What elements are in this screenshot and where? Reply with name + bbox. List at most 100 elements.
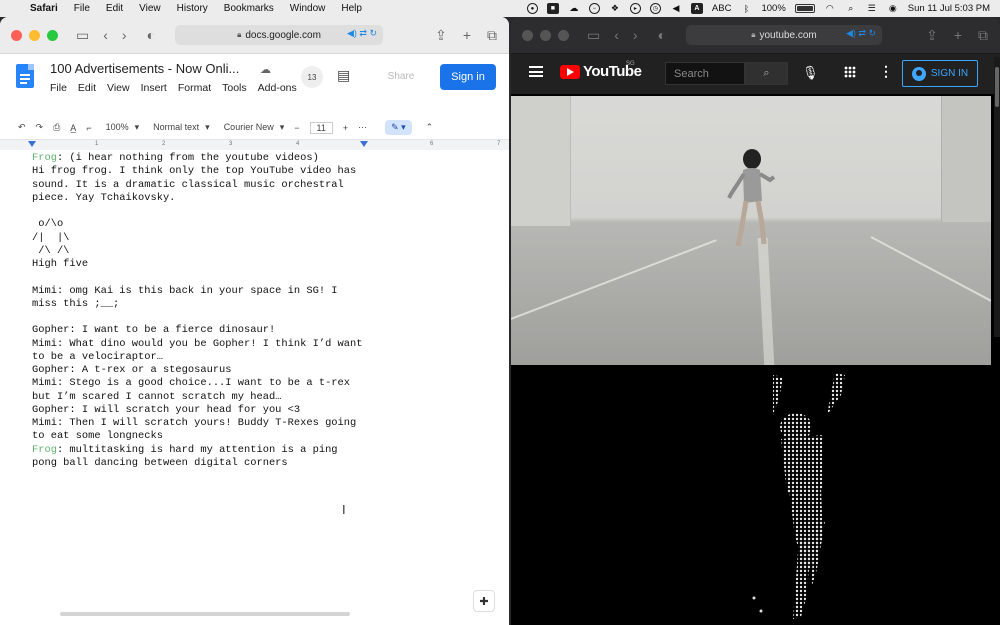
spellcheck-icon[interactable]: A̲ [70,123,76,133]
control-center-icon[interactable]: ☰ [866,3,878,14]
youtube-signin-button[interactable]: SIGN IN [902,60,978,87]
spotlight-icon[interactable]: ⌕ [845,3,857,14]
document-line[interactable]: Gopher: I want to be a fierce dinosaur! [32,324,362,337]
youtube-logo-icon[interactable] [560,65,580,79]
back-icon[interactable]: ‹ [103,27,108,43]
docs-menu-edit[interactable]: Edit [78,82,96,94]
no-entry-icon[interactable]: − [588,3,600,14]
style-select[interactable]: Normal text ▾ [153,122,210,133]
undo-icon[interactable]: ↶ [18,122,26,133]
menu-file[interactable]: File [74,3,90,14]
left-indent-marker[interactable] [28,141,36,147]
new-tab-icon[interactable]: + [463,27,471,44]
editing-mode-pencil-icon[interactable]: ✎ ▾ [385,120,412,135]
history-icon[interactable]: ◷ [649,3,661,14]
document-line[interactable]: pong ball dancing between digital corner… [32,457,362,470]
docs-menu-view[interactable]: View [107,82,130,94]
minimize-button[interactable] [29,29,40,41]
battery-icon[interactable] [794,4,815,13]
docs-menu-addons[interactable]: Add-ons [258,82,297,94]
document-line[interactable]: Mimi: omg Kai is this back in your space… [32,285,362,298]
audio-translate-reload-icons[interactable]: ◀) ⇄ ↻ [347,28,377,39]
ruler[interactable]: 1 2 3 4 6 7 [0,140,509,150]
collaborators-avatar[interactable]: 13 [301,66,323,88]
document-line[interactable]: piece. Yay Tchaikovsky. [32,192,362,205]
microphone-icon[interactable]: 🎙︎ [802,65,819,81]
more-options-icon[interactable]: ⋯ [358,122,367,133]
zoom-button[interactable] [47,29,58,41]
document-line[interactable]: to be a velociraptor… [32,351,362,364]
privacy-shield-icon[interactable]: ◐ [147,27,155,43]
close-button[interactable] [11,29,22,41]
sidebar-icon[interactable]: ▭ [76,27,89,44]
document-line[interactable]: miss this ;__; [32,298,362,311]
comments-icon[interactable]: ▤ [337,67,350,84]
document-line[interactable]: sound. It is a dramatic classical music … [32,179,362,192]
horizontal-scrollbar[interactable] [60,612,350,616]
document-line[interactable]: /| |\ [32,232,362,245]
font-size-increase-button[interactable]: + [343,123,348,133]
font-size-decrease-button[interactable]: − [294,123,299,133]
forward-icon[interactable]: › [633,27,638,43]
back-icon[interactable]: ‹ [614,27,619,43]
google-docs-logo-icon[interactable] [16,64,34,88]
record-icon[interactable]: ● [526,3,538,14]
volume-icon[interactable]: ◀ [670,3,682,14]
hamburger-menu-icon[interactable] [529,66,543,77]
address-bar[interactable]: 🔒︎ docs.google.com ◀) ⇄ ↻ [175,25,383,45]
privacy-shield-icon[interactable]: ◐ [658,27,666,43]
menu-edit[interactable]: Edit [106,3,123,14]
document-line[interactable]: Mimi: Stego is a good choice...I want to… [32,377,362,390]
document-line[interactable]: Gopher: I will scratch your head for you… [32,404,362,417]
forward-icon[interactable]: › [122,27,127,43]
right-indent-marker[interactable] [360,141,368,147]
share-sheet-icon[interactable]: ⇪ [435,27,447,44]
minimize-button[interactable] [540,29,551,41]
document-line[interactable]: Hi frog frog. I think only the top YouTu… [32,165,362,178]
clock[interactable]: Sun 11 Jul 5:03 PM [908,3,990,14]
siri-icon[interactable]: ◉ [887,3,899,14]
menu-window[interactable]: Window [290,3,326,14]
document-line[interactable]: High five [32,258,362,271]
sidebar-icon[interactable]: ▭ [587,27,600,44]
document-line[interactable]: Frog: multitasking is hard my attention … [32,444,362,457]
menu-app-name[interactable]: Safari [30,3,58,14]
document-canvas[interactable]: Frog: (i hear nothing from the youtube v… [0,150,509,622]
menu-help[interactable]: Help [341,3,362,14]
share-sheet-icon[interactable]: ⇪ [926,27,938,44]
camera-icon[interactable]: ■ [546,3,559,14]
document-line[interactable]: Gopher: A t-rex or a stegosaurus [32,364,362,377]
cloud-status-icon[interactable]: ☁ [260,63,271,76]
document-line[interactable]: Mimi: What dino would you be Gopher! I t… [32,338,362,351]
print-icon[interactable]: ⎙ [53,122,60,133]
search-input[interactable]: Search [665,62,745,85]
new-tab-icon[interactable]: + [954,27,962,44]
document-line[interactable]: Mimi: Then I will scratch yours! Buddy T… [32,417,362,430]
zoom-select[interactable]: 100% ▾ [106,122,140,133]
docs-menu-format[interactable]: Format [178,82,211,94]
collapse-chevron-icon[interactable]: ⌃ [426,122,434,133]
explore-icon[interactable]: ✚ [473,590,495,612]
search-button[interactable]: ⌕ [745,62,788,85]
audio-translate-reload-icons[interactable]: ◀) ⇄ ↻ [846,28,876,39]
document-text[interactable]: Frog: (i hear nothing from the youtube v… [32,152,362,470]
video-player-bottom[interactable] [511,369,1000,625]
signin-button[interactable]: Sign in [440,64,496,90]
input-source[interactable]: ABC [712,3,732,14]
play-icon[interactable]: ▸ [629,3,641,14]
document-line[interactable]: to eat some longnecks [32,430,362,443]
menu-bookmarks[interactable]: Bookmarks [224,3,274,14]
document-line[interactable] [32,311,362,324]
paint-format-icon[interactable]: ⌐ [86,123,91,133]
zoom-button[interactable] [558,29,569,41]
document-line[interactable]: o/\o [32,218,362,231]
tab-overview-icon[interactable]: ⧉ [978,27,988,44]
address-bar[interactable]: 🔒︎ youtube.com ◀) ⇄ ↻ [686,25,882,45]
docs-menu-tools[interactable]: Tools [222,82,247,94]
wifi-icon[interactable]: ◠ [824,3,836,14]
menu-history[interactable]: History [177,3,208,14]
video-player-top[interactable] [511,96,991,365]
redo-icon[interactable]: ↷ [36,122,44,133]
share-button[interactable]: Share [378,64,424,89]
document-line[interactable] [32,205,362,218]
